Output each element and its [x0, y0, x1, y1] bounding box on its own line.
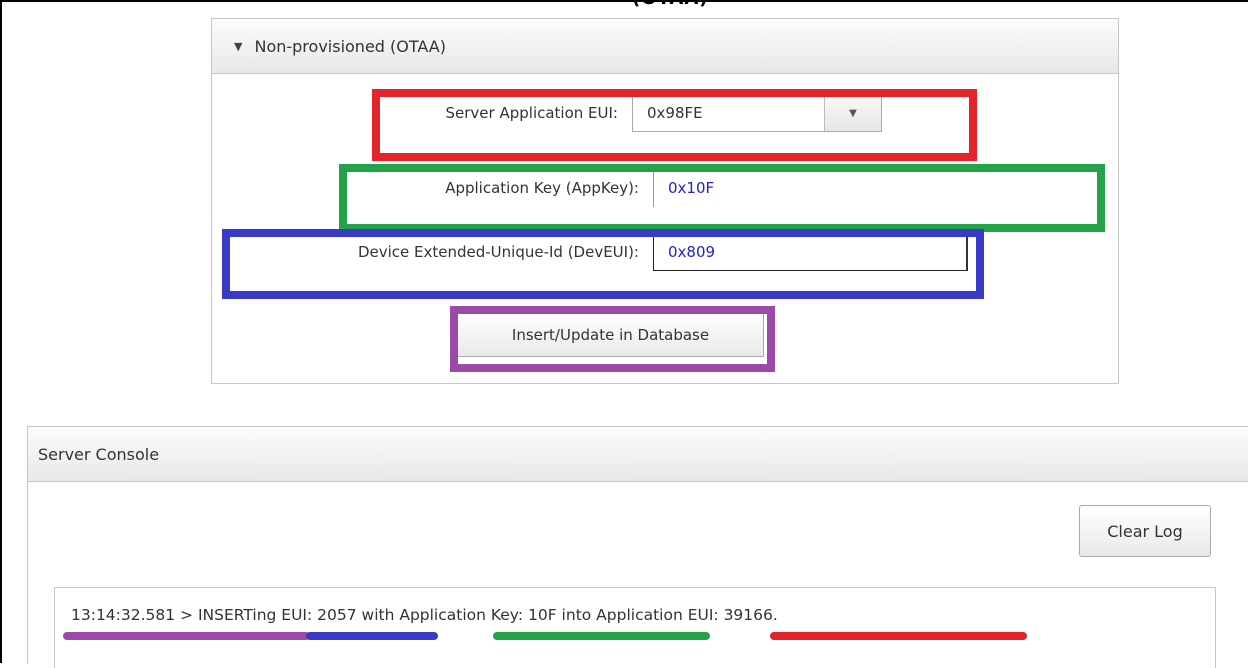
dev-eui-input[interactable]: 0x809 — [653, 233, 968, 271]
log-output-area[interactable]: 13:14:32.581 > INSERTing EUI: 2057 with … — [54, 587, 1216, 668]
server-console-header: Server Console — [28, 427, 1248, 482]
server-console-panel: Server Console Clear Log 13:14:32.581 > … — [27, 426, 1248, 668]
otaa-panel: ▼ Non-provisioned (OTAA) Server Applicat… — [211, 18, 1119, 384]
otaa-panel-header[interactable]: ▼ Non-provisioned (OTAA) — [212, 19, 1118, 74]
server-app-eui-label: Server Application EUI: — [445, 104, 618, 122]
clear-log-button[interactable]: Clear Log — [1079, 505, 1211, 557]
underline-red — [770, 632, 1027, 640]
underline-purple — [63, 632, 310, 640]
app-key-input[interactable]: 0x10F — [653, 169, 1093, 207]
otaa-panel-title: Non-provisioned (OTAA) — [254, 36, 446, 56]
dropdown-arrow-icon[interactable]: ▼ — [824, 95, 881, 131]
underline-green — [493, 632, 710, 640]
underline-blue — [306, 632, 438, 640]
frame-border-top — [0, 0, 1248, 2]
log-line: 13:14:32.581 > INSERTing EUI: 2057 with … — [71, 606, 778, 624]
dev-eui-row: Device Extended-Unique-Id (DevEUI): 0x80… — [227, 233, 968, 271]
app-key-label: Application Key (AppKey): — [445, 179, 639, 197]
app-key-row: Application Key (AppKey): 0x10F — [342, 169, 1093, 207]
server-app-eui-select[interactable]: 0x98FE ▼ — [632, 94, 882, 132]
top-title-fragment: (OTAA) — [632, 0, 709, 9]
frame-border-left — [0, 0, 2, 663]
server-app-eui-row: Server Application EUI: 0x98FE ▼ — [362, 94, 882, 132]
dev-eui-label: Device Extended-Unique-Id (DevEUI): — [357, 243, 639, 261]
insert-update-button[interactable]: Insert/Update in Database — [457, 313, 764, 357]
caret-down-icon[interactable]: ▼ — [234, 40, 242, 53]
server-app-eui-value: 0x98FE — [647, 104, 703, 122]
